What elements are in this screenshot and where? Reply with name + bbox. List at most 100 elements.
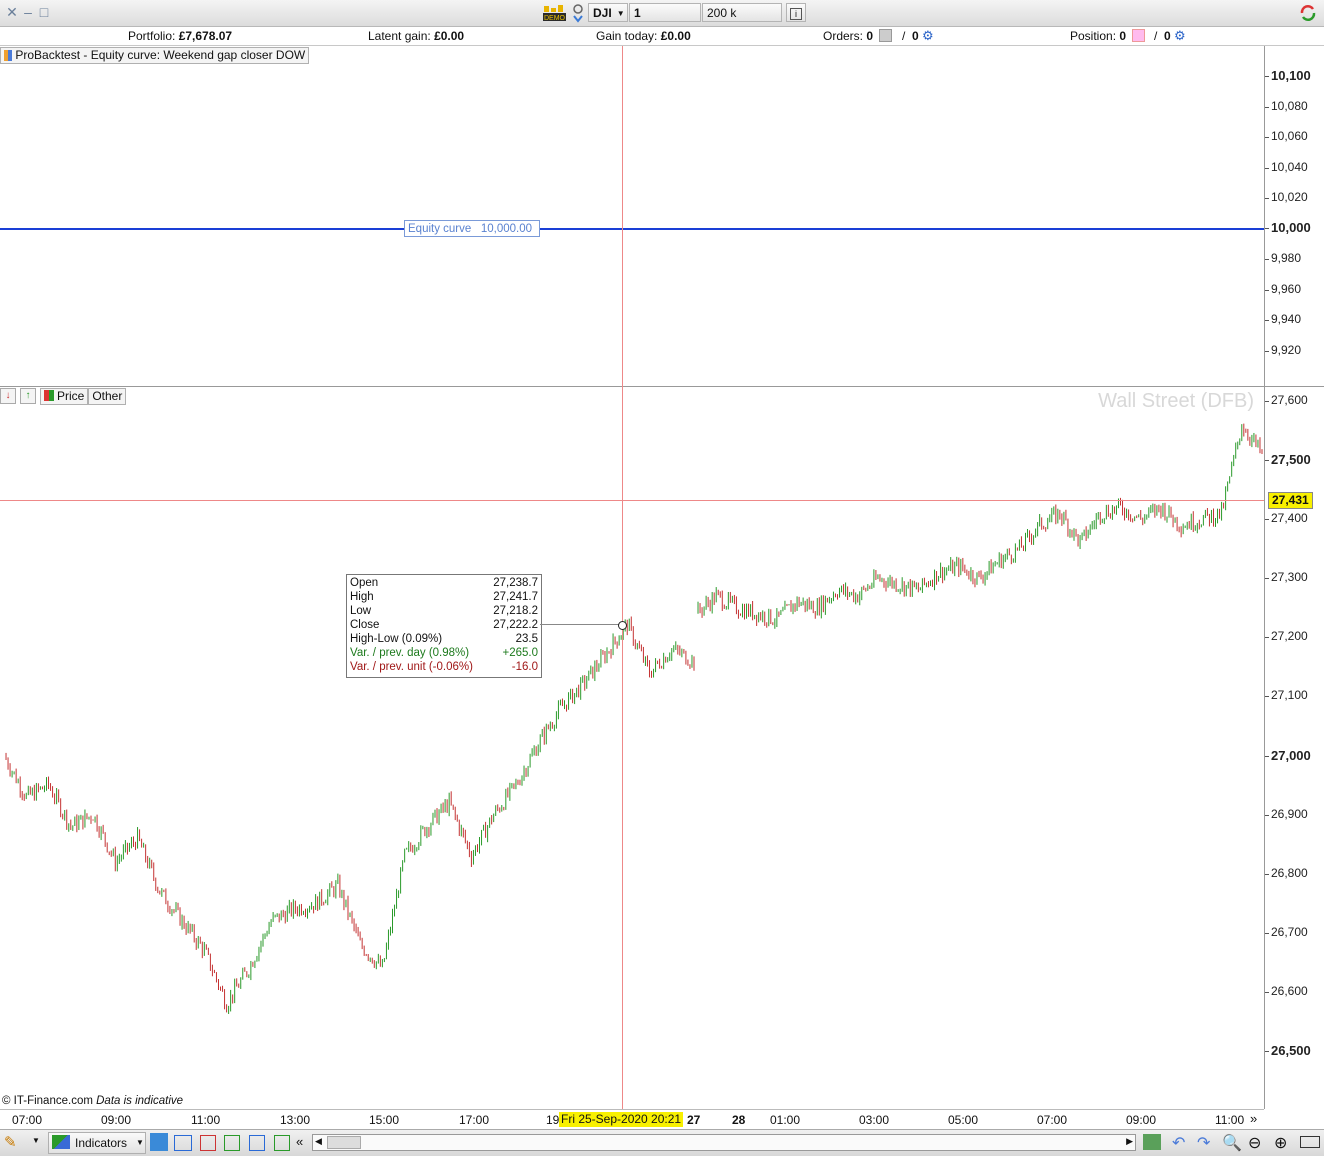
time-axis-label: 09:00: [1126, 1113, 1157, 1127]
zoom-fit-icon[interactable]: 🔍: [1222, 1133, 1242, 1153]
connection-icon[interactable]: [571, 3, 585, 23]
window-icon[interactable]: [249, 1135, 265, 1151]
price-pane[interactable]: ↓ ↑ Price Other Wall Street (DFB) © IT-Fina…: [0, 387, 1264, 1109]
equity-curve-pane[interactable]: ProBacktest - Equity curve: Weekend gap …: [0, 46, 1264, 387]
axis-tick: [1265, 755, 1269, 757]
chevron-down-icon[interactable]: ▼: [32, 1136, 40, 1145]
axis-tick: [1265, 137, 1269, 138]
price-axis[interactable]: 10,100 10,080 10,060 10,040 10,020 10,000 9,98…: [1264, 46, 1324, 1109]
latent-gain-label: Latent gain: £0.00: [368, 29, 465, 43]
scrollbar-thumb[interactable]: [327, 1136, 361, 1149]
price-axis-label: 27,600: [1271, 393, 1308, 407]
tooltip-value: +265.0: [502, 647, 539, 659]
equity-axis-label: 10,020: [1271, 190, 1308, 204]
gear-icon[interactable]: ⚙: [1174, 28, 1186, 44]
chart-tool-icon[interactable]: [274, 1135, 290, 1151]
axis-tick: [1265, 76, 1269, 77]
grid-icon[interactable]: [224, 1135, 240, 1151]
time-axis-label: 07:00: [1037, 1113, 1068, 1127]
tooltip-value: 27,218.2: [493, 605, 538, 617]
time-axis-label: 05:00: [948, 1113, 979, 1127]
axis-tick: [1265, 1051, 1269, 1052]
instrument-selector[interactable]: DJI ▼: [588, 3, 628, 22]
top-toolbar: ✕ – □ DEMO DJI ▼ 1 minute▼ 200 k units▼ i: [0, 0, 1324, 39]
axis-tick: [1265, 259, 1269, 260]
axis-tick: [1265, 578, 1269, 580]
time-axis-label: 27: [687, 1113, 701, 1127]
maximize-window-icon[interactable]: □: [37, 5, 51, 19]
equity-pane-tag[interactable]: ProBacktest - Equity curve: Weekend gap …: [0, 47, 310, 64]
refresh-icon[interactable]: [1299, 4, 1317, 22]
axis-tick: [1265, 696, 1269, 698]
tooltip-connector: [540, 624, 620, 625]
tooltip-key: Low: [350, 605, 372, 617]
list-icon[interactable]: [200, 1135, 216, 1151]
timeframe-selector[interactable]: 1 minute▼: [629, 3, 701, 39]
time-axis-label: 13:00: [280, 1113, 311, 1127]
price-axis-label: 27,000: [1271, 747, 1311, 763]
chevron-down-icon: ▼: [136, 1138, 144, 1147]
ruler-icon[interactable]: [1300, 1136, 1320, 1148]
tooltip-value: 27,241.7: [493, 591, 538, 603]
price-axis-label: 27,400: [1271, 511, 1308, 526]
drawing-tools-icon[interactable]: ✎: [4, 1133, 17, 1151]
price-axis-label: 27,500: [1271, 452, 1311, 468]
scroll-left-icon[interactable]: ◀: [315, 1136, 322, 1147]
undo-icon[interactable]: ↶: [1172, 1133, 1185, 1153]
gain-today-value: £0.00: [660, 29, 691, 43]
share-icon[interactable]: [150, 1133, 168, 1151]
indicators-button[interactable]: Indicators ▼: [48, 1132, 146, 1154]
scroll-left-fast-icon[interactable]: «: [296, 1134, 303, 1149]
axis-tick: [1265, 401, 1269, 402]
comment-icon[interactable]: [174, 1135, 192, 1151]
axis-tick: [1265, 351, 1269, 352]
gear-icon[interactable]: ⚙: [922, 28, 934, 44]
auto-scroll-icon[interactable]: [1143, 1134, 1161, 1150]
bottom-toolbar: ✎ ▼ Indicators ▼ « ◀ ▶ ↶ ↷ 🔍 ⊖ ⊕: [0, 1129, 1324, 1156]
chevron-down-icon: ▼: [616, 9, 625, 19]
scroll-right-icon[interactable]: ▶: [1126, 1136, 1133, 1147]
axis-tick: [1265, 320, 1269, 321]
zoom-in-icon[interactable]: ⊕: [1274, 1133, 1287, 1153]
axis-tick: [1265, 228, 1269, 229]
price-axis-label: 27,300: [1271, 570, 1308, 585]
close-window-icon[interactable]: ✕: [5, 5, 19, 19]
cancel-orders-icon[interactable]: [879, 29, 892, 42]
position-label: Position: 0: [1070, 29, 1127, 43]
equity-curve-value: 10,000.00: [480, 223, 533, 235]
pane-divider: [1265, 386, 1324, 387]
tooltip-key: Var. / prev. day (0.98%): [350, 647, 470, 659]
axis-tick: [1265, 198, 1269, 199]
tooltip-row: High 27,241.7: [350, 591, 538, 605]
axis-tick: [1265, 932, 1269, 934]
price-chart: [5, 423, 1263, 1014]
equity-axis-label: 9,960: [1271, 282, 1302, 296]
axis-tick: [1265, 991, 1269, 993]
account-info-bar: Portfolio: £7,678.07 Latent gain: £0.00 …: [0, 27, 1324, 46]
time-axis-label: 15:00: [369, 1113, 400, 1127]
info-button[interactable]: i: [786, 3, 806, 22]
axis-tick: [1265, 873, 1269, 875]
minimize-window-icon[interactable]: –: [21, 5, 35, 19]
equity-axis-label: 9,940: [1271, 312, 1302, 326]
tooltip-key: Open: [350, 577, 379, 589]
time-axis-label: 19: [546, 1113, 560, 1127]
units-selector[interactable]: 200 k units▼: [702, 3, 782, 39]
time-axis[interactable]: 07:00 09:00 11:00 13:00 15:00 17:00 19 27 28 01:0…: [0, 1109, 1264, 1130]
info-icon: i: [790, 8, 802, 20]
redo-icon[interactable]: ↷: [1197, 1133, 1210, 1153]
tooltip-key: High: [350, 591, 374, 603]
time-axis-label: 09:00: [101, 1113, 132, 1127]
portfolio-label: Portfolio: £7,678.07: [128, 29, 233, 43]
axis-tick: [1265, 519, 1269, 521]
equity-curve-line: [0, 228, 1264, 230]
scroll-right-fast-icon[interactable]: »: [1250, 1111, 1257, 1126]
equity-chart-icon: [4, 50, 12, 62]
close-position-icon[interactable]: [1132, 29, 1145, 42]
latent-gain-value: £0.00: [434, 29, 465, 43]
time-axis-label: 11:00: [191, 1113, 221, 1127]
tooltip-key: Var. / prev. unit (-0.06%): [350, 661, 473, 673]
time-scrollbar[interactable]: ◀ ▶: [312, 1134, 1136, 1151]
tooltip-value: 23.5: [515, 633, 538, 645]
zoom-out-icon[interactable]: ⊖: [1248, 1133, 1261, 1153]
